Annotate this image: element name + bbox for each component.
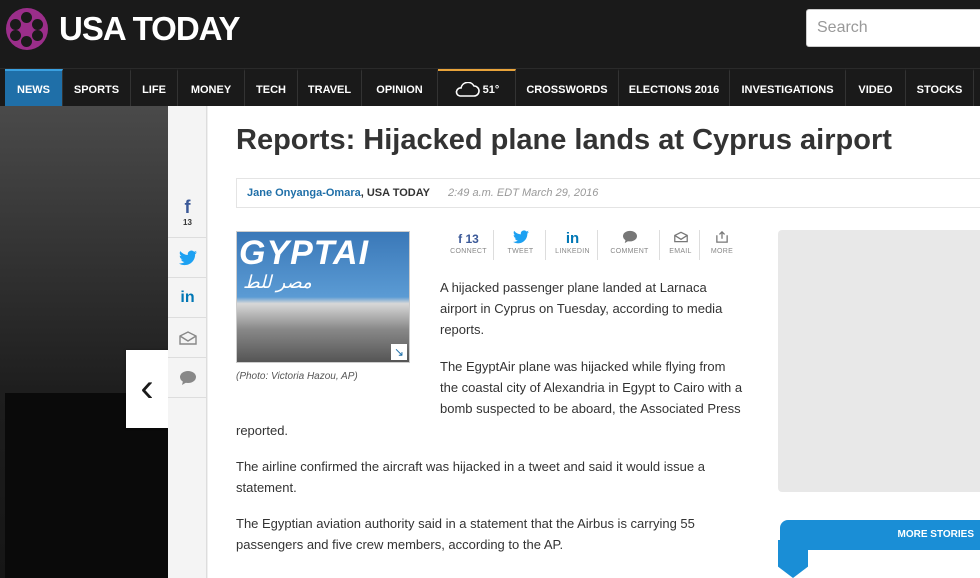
paragraph-4: The Egyptian aviation authority said in … [236,516,695,552]
previous-arrow-icon[interactable]: ‹ [126,350,168,428]
twitter-icon [496,230,545,248]
ad-placeholder[interactable] [778,230,980,492]
paragraph-2: The EgyptAir plane was hijacked while fl… [440,359,743,416]
rail-facebook-button[interactable]: f 13 [168,196,207,238]
nav-item-stocks[interactable]: STOCKS [906,69,974,107]
nav-item-elections-2016[interactable]: ELECTIONS 2016 [619,69,730,107]
nav-item-weather[interactable]: 51° [438,69,516,107]
nav-item-life[interactable]: LIFE [131,69,178,107]
search-input[interactable] [806,9,980,47]
article-photo[interactable]: GYPTAI مصر للط ↘ [236,231,410,363]
nav-item-travel[interactable]: TRAVEL [298,69,362,107]
share-linkedin-button[interactable]: in LINKEDIN [548,230,598,260]
top-bar: USA TODAY [0,0,980,68]
paragraph-1: A hijacked passenger plane landed at Lar… [440,280,723,337]
article-headline: Reports: Hijacked plane lands at Cyprus … [236,124,892,156]
facebook-icon: f 13 [458,232,479,246]
author-link[interactable]: Jane Onyanga-Omara [247,187,361,199]
cloud-icon [455,81,480,97]
paragraph-3: The airline confirmed the aircraft was h… [236,459,705,495]
nav-item-tech[interactable]: TECH [245,69,298,107]
nav-item-crosswords[interactable]: CROSSWORDS [516,69,619,107]
expand-icon[interactable]: ↘ [391,344,407,360]
nav-item-money[interactable]: MONEY [178,69,245,107]
nav-item-investigations[interactable]: INVESTIGATIONS [730,69,846,107]
linkedin-icon: in [180,289,195,306]
more-stories-header[interactable]: MORE STORIES [780,520,980,550]
outlet-name: , USA TODAY [360,187,430,199]
timestamp: 2:49 a.m. EDT March 29, 2016 [448,187,599,199]
email-icon [178,331,197,345]
share-connect-button[interactable]: f 13 CONNECT [444,230,494,260]
more-stories-list [808,550,980,578]
share-email-button[interactable]: EMAIL [662,230,700,260]
facebook-count: 13 [183,218,192,227]
share-tweet-button[interactable]: TWEET [496,230,546,260]
facebook-icon: f [184,197,191,217]
nav-item-news[interactable]: NEWS [5,69,63,107]
twitter-icon [178,250,197,266]
share-rail: f 13 in [168,106,207,578]
share-more-button[interactable]: MORE [702,230,742,260]
comment-icon [600,230,659,248]
logo-text[interactable]: USA TODAY [59,10,240,48]
rail-email-button[interactable] [168,318,207,358]
photo-caption: (Photo: Victoria Hazou, AP) [236,371,358,382]
comment-icon [179,371,196,385]
linkedin-icon: in [565,230,580,247]
photo-brand-text: GYPTAI [239,234,370,272]
email-icon [662,230,699,248]
share-comment-button[interactable]: COMMENT [600,230,660,260]
rail-linkedin-button[interactable]: in [168,278,207,318]
photo-arabic-text: مصر للط [243,272,312,292]
rail-twitter-button[interactable] [168,238,207,278]
weather-temp: 51° [482,84,500,96]
usa-today-logo-icon[interactable] [6,8,48,50]
byline: Jane Onyanga-Omara, USA TODAY 2:49 a.m. E… [236,178,980,208]
main-nav: NEWS SPORTS LIFE MONEY TECH TRAVEL OPINI… [0,68,980,107]
nav-item-sports[interactable]: SPORTS [63,69,131,107]
rail-comment-button[interactable] [168,358,207,398]
paragraph-2-tail: reported. [236,423,289,438]
share-more-icon [702,230,742,248]
nav-item-opinion[interactable]: OPINION [362,69,438,107]
nav-item-video[interactable]: VIDEO [846,69,906,107]
